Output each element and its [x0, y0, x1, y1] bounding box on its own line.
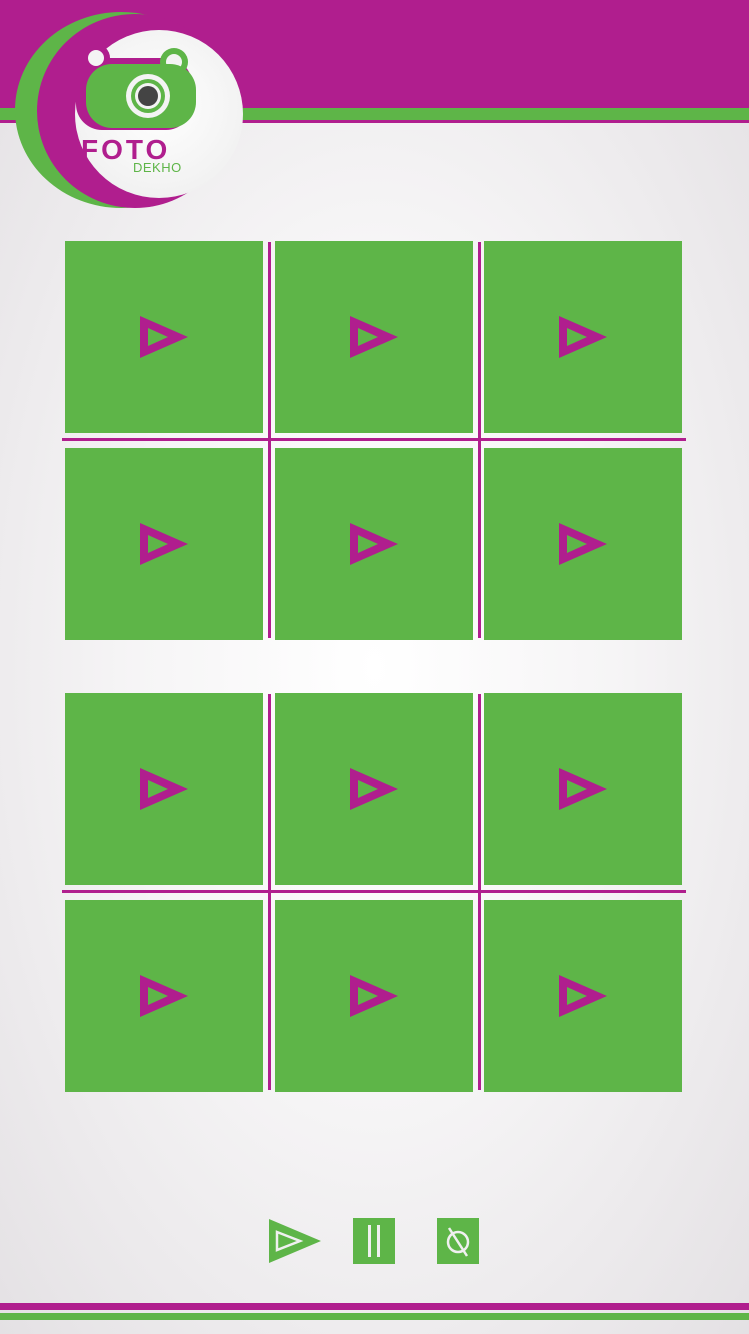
play-icon — [350, 316, 398, 358]
grid-tile[interactable] — [65, 693, 263, 885]
grid-tile[interactable] — [275, 900, 473, 1092]
play-button[interactable] — [268, 1218, 322, 1264]
footer-stripe-primary — [0, 1303, 749, 1310]
play-icon — [140, 316, 188, 358]
grid-divider-vertical — [478, 694, 481, 1090]
play-icon — [140, 523, 188, 565]
play-icon — [559, 316, 607, 358]
play-icon — [140, 975, 188, 1017]
play-icon — [269, 1219, 321, 1263]
grid-tile[interactable] — [484, 900, 682, 1092]
footer-stripe-accent — [0, 1313, 749, 1320]
photo-grid-top — [62, 238, 686, 642]
play-icon — [350, 768, 398, 810]
grid-tile[interactable] — [275, 448, 473, 640]
playback-controls — [0, 1216, 749, 1266]
pause-icon — [368, 1225, 380, 1257]
play-icon — [559, 768, 607, 810]
grid-divider-horizontal — [62, 438, 686, 441]
grid-tile[interactable] — [65, 448, 263, 640]
grid-tile[interactable] — [275, 693, 473, 885]
grid-tile[interactable] — [65, 900, 263, 1092]
grid-tile[interactable] — [484, 448, 682, 640]
play-icon — [559, 523, 607, 565]
grid-divider-vertical — [268, 242, 271, 638]
play-icon — [140, 768, 188, 810]
play-icon — [350, 523, 398, 565]
app-logo[interactable]: FOTO DEKHO — [15, 12, 243, 208]
grid-tile[interactable] — [275, 241, 473, 433]
grid-divider-vertical — [268, 694, 271, 1090]
grid-tile[interactable] — [65, 241, 263, 433]
grid-divider-horizontal — [62, 890, 686, 893]
pause-button[interactable] — [353, 1218, 395, 1264]
grid-divider-vertical — [478, 242, 481, 638]
grid-tile[interactable] — [484, 693, 682, 885]
play-icon — [350, 975, 398, 1017]
stop-button[interactable] — [437, 1218, 479, 1264]
camera-icon — [76, 44, 196, 130]
grid-tile[interactable] — [484, 241, 682, 433]
photo-grid-bottom — [62, 690, 686, 1094]
play-icon — [559, 975, 607, 1017]
stop-icon — [446, 1227, 470, 1257]
logo-subtitle: DEKHO — [133, 160, 182, 175]
